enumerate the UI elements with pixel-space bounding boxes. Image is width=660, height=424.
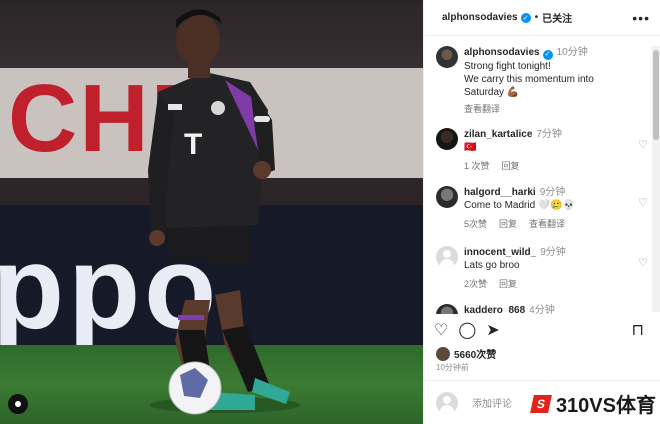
caption: alphonsodavies ✓ 10分钟 Strong fight tonight… [436,46,648,116]
scrollbar-thumb[interactable] [653,50,659,140]
brand-logo: S [530,394,552,413]
see-translation-link[interactable]: 查看翻译 [529,219,565,229]
user-icon [15,401,21,407]
like-comment-icon[interactable]: ♡ [638,138,648,151]
comment-time: 7分钟 [536,129,562,140]
tagged-users-button[interactable] [8,394,28,414]
share-send-icon[interactable]: ➤ [486,320,499,340]
post-photo: CHE ppo T [0,0,423,424]
comment-text: 🇹🇷 [464,142,477,153]
caption-line: Strong fight tonight! [464,60,551,72]
avatar[interactable] [436,304,458,314]
comment-username[interactable]: innocent_wild_ [464,247,536,258]
comment-username[interactable]: kaddero_868 [464,305,525,314]
reply-button[interactable]: 回复 [502,161,520,171]
caption-time: 10分钟 [556,47,588,58]
like-comment-icon[interactable]: ♡ [638,256,648,269]
watermark-text: 310VS体育 [555,395,656,417]
player-figure [148,9,300,415]
post-header: alphonsodavies ✓ • 已关注 ••• [424,0,660,36]
comment-text: Come to Madrid 🤍🥲💀 [464,200,576,211]
avatar[interactable] [436,246,458,268]
comment-item: kaddero_868 4分钟 [436,304,648,314]
comment-time: 4分钟 [529,305,555,314]
comment-likes[interactable]: 5次赞 [464,219,487,229]
header-username[interactable]: alphonsodavies [442,12,518,23]
comment-likes[interactable]: 2次赞 [464,279,487,289]
comment-time: 9分钟 [540,247,566,258]
likes-summary[interactable]: 5660次赞 [436,346,496,361]
jersey-sponsor-letter: T [184,128,203,161]
add-comment-input[interactable]: 添加评论 [472,395,512,410]
comment-likes[interactable]: 1 次赞 [464,161,490,171]
site-watermark: S 310VS体育 [527,387,658,420]
follow-state-button[interactable]: 已关注 [542,10,572,25]
post-side-panel: alphonsodavies ✓ • 已关注 ••• alphonsodavie… [423,0,660,424]
avatar[interactable] [436,186,458,208]
reply-button[interactable]: 回复 [499,219,517,229]
comment-time: 9分钟 [539,187,566,198]
comment-item: halgord__harki 9分钟 Come to Madrid 🤍🥲💀 5次赞… [436,186,648,231]
bookmark-icon[interactable]: ⊓ [632,320,644,340]
likes-count[interactable]: 5660次赞 [454,346,496,361]
caption-line: Saturday 💪🏾 [464,86,520,98]
comment-item: zilan_kartalice 7分钟 🇹🇷 1 次赞 回复 ♡ [436,128,648,173]
verified-icon: ✓ [542,49,553,60]
more-options-icon[interactable]: ••• [632,10,650,26]
comment-username[interactable]: halgord__harki [464,187,536,198]
comment-item: innocent_wild_ 9分钟 Lats go broo 2次赞 回复 ♡ [436,246,648,291]
avatar[interactable] [436,46,458,68]
current-user-avatar [436,391,458,414]
avatar[interactable] [436,128,458,150]
comment-username[interactable]: zilan_kartalice [464,129,532,140]
verified-icon: ✓ [520,12,531,23]
like-heart-icon[interactable]: ♡ [434,320,448,340]
reply-button[interactable]: 回复 [499,279,517,289]
instagram-post-window: CHE ppo T alphonsodavies ✓ • 已关注 ••• alp… [0,0,660,424]
like-comment-icon[interactable]: ♡ [638,196,648,209]
caption-username[interactable]: alphonsodavies [464,47,540,58]
posted-time: 10分钟前 [436,363,469,372]
caption-line: We carry this momentum into [464,73,594,85]
header-separator: • [534,12,539,23]
comments-list: alphonsodavies ✓ 10分钟 Strong fight tonight… [424,38,660,314]
liker-avatar [436,346,450,361]
comment-text: Lats go broo [464,260,520,271]
comments-scrollbar[interactable] [652,46,660,312]
see-translation-link[interactable]: 查看翻译 [464,104,500,114]
comment-bubble-icon[interactable]: ◯ [458,320,476,340]
post-actions: ♡ ◯ ➤ ⊓ [434,318,654,342]
